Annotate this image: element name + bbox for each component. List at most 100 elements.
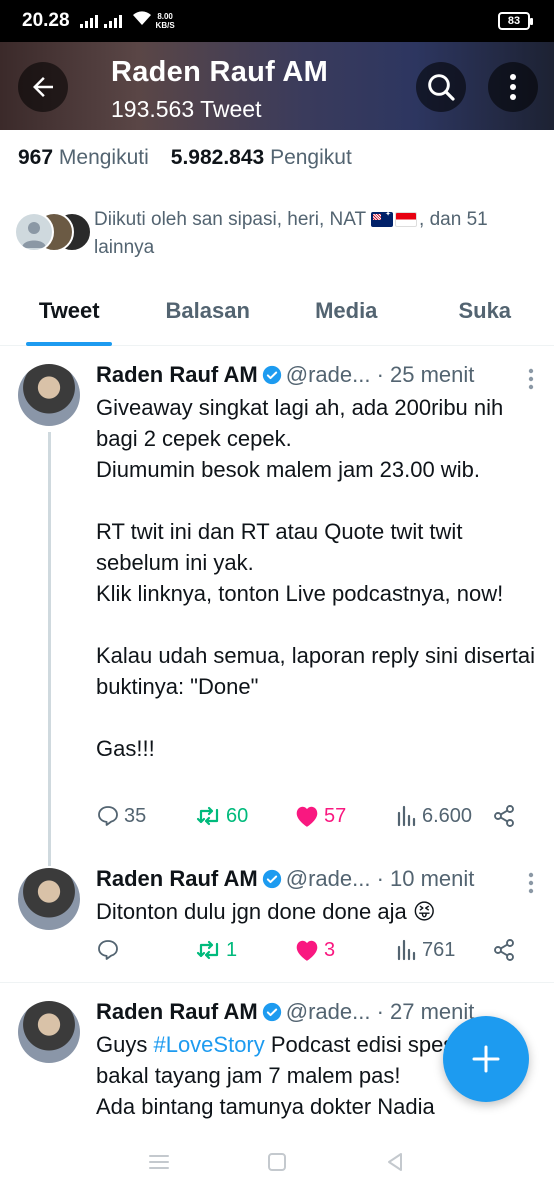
menu-icon xyxy=(149,1154,169,1169)
home-square-icon xyxy=(268,1152,286,1171)
following-link[interactable]: 967 Mengikuti xyxy=(18,146,149,169)
view-count: 6.600 xyxy=(422,804,473,827)
retweet-button[interactable]: 60 xyxy=(196,804,248,828)
avatar[interactable] xyxy=(18,364,80,426)
search-button[interactable] xyxy=(416,62,466,112)
like-button[interactable]: 57 xyxy=(294,804,346,828)
verified-badge-icon xyxy=(262,365,281,385)
retweet-icon xyxy=(196,806,219,826)
following-count: 967 xyxy=(18,146,54,169)
profile-header: Raden Rauf AM 193.563 Tweet xyxy=(0,42,554,130)
followed-by[interactable]: Diikuti oleh san sipasi, heri, NAT , dan… xyxy=(14,206,544,262)
signal-icon xyxy=(79,14,98,28)
status-bar: 20.28 8.00 KB/S 83 xyxy=(0,0,554,42)
more-vertical-icon xyxy=(528,368,534,390)
verified-badge-icon xyxy=(262,869,281,889)
reply-button[interactable]: 35 xyxy=(96,804,146,828)
share-icon xyxy=(494,805,514,827)
compose-tweet-button[interactable] xyxy=(443,1016,529,1102)
heart-icon xyxy=(296,940,318,961)
follower-avatars xyxy=(14,212,94,254)
thread-line xyxy=(48,432,51,866)
recents-button[interactable] xyxy=(148,1152,170,1177)
search-icon xyxy=(428,74,455,101)
plus-icon xyxy=(472,1045,500,1073)
retweet-button[interactable]: 1 xyxy=(196,938,237,962)
profile-tabs: Tweet Balasan Media Suka xyxy=(0,286,554,346)
views-button[interactable]: 761 xyxy=(396,938,455,962)
tweet[interactable]: Raden Rauf AM @rade... · 10 menit Ditonto… xyxy=(0,850,554,982)
hashtag-link[interactable]: #LoveStory xyxy=(153,1032,264,1057)
following-label: Mengikuti xyxy=(58,146,149,169)
reply-icon xyxy=(98,940,118,960)
tweet-more-button[interactable] xyxy=(528,872,534,894)
like-count: 57 xyxy=(324,804,347,827)
share-button[interactable] xyxy=(492,938,516,962)
reply-icon xyxy=(98,806,118,826)
tab-media[interactable]: Media xyxy=(277,286,416,345)
tab-label: Media xyxy=(315,298,378,323)
system-nav-bar xyxy=(0,1128,554,1200)
tab-label: Suka xyxy=(458,298,512,323)
author-name[interactable]: Raden Rauf AM xyxy=(96,866,258,891)
status-time: 20.28 xyxy=(22,10,70,31)
author-name[interactable]: Raden Rauf AM xyxy=(96,999,258,1024)
tweet-header: Raden Rauf AM @rade... · 27 menit xyxy=(96,999,474,1025)
retweet-count: 60 xyxy=(226,804,249,827)
indonesia-flag-icon xyxy=(395,212,418,227)
author-handle: @rade... xyxy=(285,999,371,1024)
heart-icon xyxy=(296,806,318,827)
tab-label: Balasan xyxy=(165,298,250,323)
reply-count: 35 xyxy=(124,804,147,827)
battery-icon: 83 xyxy=(498,12,533,30)
net-speed-value: 8.00 xyxy=(157,12,173,21)
back-button[interactable] xyxy=(18,62,68,112)
system-back-button[interactable] xyxy=(384,1151,406,1178)
tweet-text: Giveaway singkat lagi ah, ada 200ribu ni… xyxy=(96,395,536,761)
profile-name: Raden Rauf AM xyxy=(111,56,329,88)
tab-label: Tweet xyxy=(38,298,100,323)
home-button[interactable] xyxy=(266,1151,288,1178)
author-handle: @rade... xyxy=(285,866,371,891)
arrow-left-icon xyxy=(33,77,53,97)
tweet-time: · 27 menit xyxy=(376,999,475,1024)
tweet[interactable]: Raden Rauf AM @rade... · 25 menit Giveawa… xyxy=(0,346,554,876)
avatar[interactable] xyxy=(18,1001,80,1063)
analytics-icon xyxy=(397,805,416,827)
views-button[interactable]: 6.600 xyxy=(396,804,472,828)
tweet-text-part: Guys xyxy=(96,1032,154,1057)
followers-label: Pengikut xyxy=(270,146,352,169)
tweet-time: · 10 menit xyxy=(376,866,475,891)
retweet-count: 1 xyxy=(226,938,238,961)
tweet-more-button[interactable] xyxy=(528,368,534,390)
like-button[interactable]: 3 xyxy=(294,938,335,962)
follow-counts: 967 Mengikuti 5.982.843 Pengikut xyxy=(18,146,352,170)
wifi-icon xyxy=(132,10,152,32)
share-icon xyxy=(494,939,514,961)
followed-by-text: Diikuti oleh san sipasi, heri, NAT , dan… xyxy=(94,206,534,262)
default-avatar-icon xyxy=(14,212,54,252)
tweet-header: Raden Rauf AM @rade... · 25 menit xyxy=(96,362,474,388)
analytics-icon xyxy=(397,939,416,961)
more-options-button[interactable] xyxy=(488,62,538,112)
verified-badge-icon xyxy=(262,1002,281,1022)
author-name[interactable]: Raden Rauf AM xyxy=(96,362,258,387)
view-count: 761 xyxy=(422,938,456,961)
tweet-text: Ditonton dulu jgn done done aja 😝 xyxy=(96,899,436,924)
tweet-header: Raden Rauf AM @rade... · 10 menit xyxy=(96,866,474,892)
more-vertical-icon xyxy=(528,872,534,894)
avatar[interactable] xyxy=(18,868,80,930)
author-handle: @rade... xyxy=(285,362,371,387)
tab-tweet[interactable]: Tweet xyxy=(0,286,139,346)
tab-balasan[interactable]: Balasan xyxy=(139,286,278,345)
signal-icon-2 xyxy=(103,14,122,28)
reply-button[interactable] xyxy=(96,938,124,962)
more-vertical-icon xyxy=(510,74,516,100)
followers-count: 5.982.843 xyxy=(170,146,265,169)
tab-suka[interactable]: Suka xyxy=(416,286,554,345)
net-speed-unit: KB/S xyxy=(155,21,175,30)
back-triangle-icon xyxy=(388,1152,402,1171)
followers-link[interactable]: 5.982.843 Pengikut xyxy=(171,146,352,169)
share-button[interactable] xyxy=(492,804,516,828)
net-speed: 8.00 KB/S xyxy=(156,12,175,30)
